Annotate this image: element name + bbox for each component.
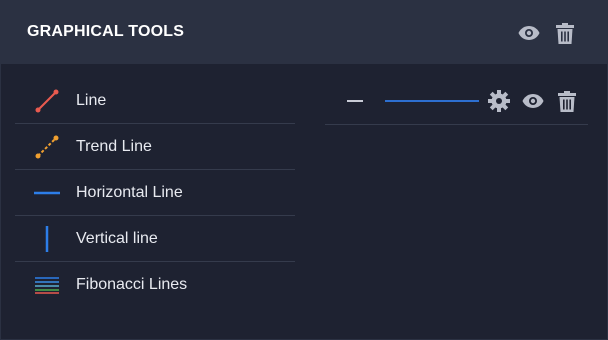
tool-item-vertical-line[interactable]: Vertical line	[15, 216, 295, 262]
trash-icon[interactable]	[555, 89, 579, 113]
tool-label: Horizontal Line	[76, 183, 183, 201]
header-actions	[517, 21, 577, 45]
tool-label: Fibonacci Lines	[76, 275, 188, 293]
horizontal-line-icon	[29, 179, 65, 207]
tool-list: Line Trend Line Horizontal Line Vertical…	[15, 78, 295, 307]
vertical-line-icon	[29, 225, 65, 253]
tool-item-line[interactable]: Line	[15, 78, 295, 124]
tool-item-horizontal-line[interactable]: Horizontal Line	[15, 170, 295, 216]
gear-icon[interactable]	[487, 89, 511, 113]
panel-title: GRAPHICAL TOOLS	[27, 23, 185, 40]
active-drawing-row	[325, 78, 588, 125]
trash-icon[interactable]	[553, 21, 577, 45]
fibonacci-lines-icon	[29, 271, 65, 299]
panel-header: GRAPHICAL TOOLS	[1, 1, 607, 64]
tool-label: Trend Line	[76, 137, 152, 155]
drawing-actions	[487, 89, 579, 113]
trend-line-icon	[29, 133, 65, 161]
tool-item-fibonacci-lines[interactable]: Fibonacci Lines	[15, 262, 295, 307]
line-icon	[29, 87, 65, 115]
tool-label: Vertical line	[76, 229, 158, 247]
eye-icon[interactable]	[521, 89, 545, 113]
eye-icon[interactable]	[517, 21, 541, 45]
tool-label: Line	[76, 91, 107, 109]
line-style-dash[interactable]	[347, 100, 363, 102]
graphical-tools-panel: GRAPHICAL TOOLS Line Trend Line Horizont…	[0, 0, 608, 340]
tool-item-trend-line[interactable]: Trend Line	[15, 124, 295, 170]
line-color-preview[interactable]	[385, 100, 479, 102]
